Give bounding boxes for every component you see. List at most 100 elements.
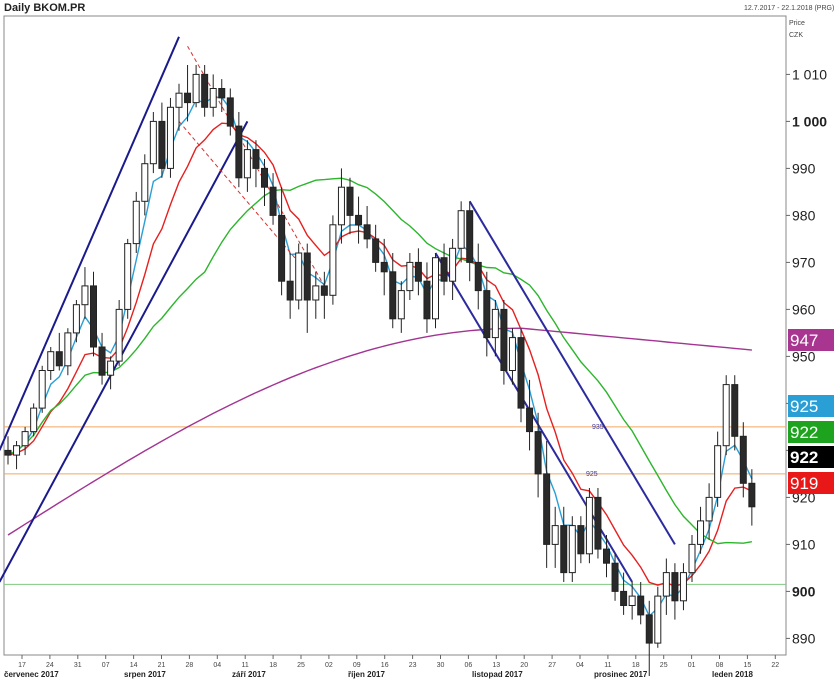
xtick-label: 17 (18, 662, 26, 669)
xtick-label: 27 (548, 662, 556, 669)
ytick-label: 980 (792, 207, 816, 223)
month-label: srpen 2017 (124, 670, 166, 679)
xtick-label: 04 (576, 662, 584, 669)
candle-body (175, 92, 183, 108)
xtick-label: 02 (325, 662, 333, 669)
xtick-label: 11 (604, 662, 611, 669)
candle-body (534, 431, 542, 475)
xtick-label: 07 (102, 662, 110, 669)
ytick-label: 1 010 (792, 66, 827, 82)
candle-body (722, 384, 730, 447)
value-label: 922 (790, 423, 818, 442)
xtick-label: 01 (688, 662, 696, 669)
candle-body (209, 88, 217, 108)
candle-body (261, 167, 268, 188)
candle-body (64, 332, 72, 367)
xtick-label: 18 (269, 662, 277, 669)
candle-body (72, 304, 80, 334)
candle-body (184, 92, 192, 104)
xtick-label: 18 (632, 662, 640, 669)
price-chart: 935925PriceCZK1 0101 0009909809709609509… (0, 15, 834, 679)
candle-body (517, 337, 525, 409)
candle-body (286, 280, 294, 301)
candle-body (81, 285, 89, 306)
candle-body (389, 271, 397, 320)
value-label: 922 (790, 448, 818, 467)
candle-body (654, 595, 662, 644)
candle-body (406, 261, 414, 292)
candle-body (414, 261, 422, 282)
candle-body (346, 186, 354, 216)
candle-body (466, 210, 474, 263)
month-label: říjen 2017 (348, 670, 385, 679)
candle-body (149, 120, 157, 165)
candle-body (714, 445, 722, 498)
candle-body (585, 496, 593, 555)
candle-body (312, 285, 320, 301)
month-label: leden 2018 (712, 670, 753, 679)
month-label: listopad 2017 (472, 670, 523, 679)
candle-body (611, 562, 619, 592)
candle-body (603, 548, 610, 564)
candle-body (124, 243, 132, 310)
candle-body (500, 308, 508, 371)
ytick-label: 990 (792, 160, 816, 176)
xtick-label: 30 (437, 662, 445, 669)
candle-body (21, 431, 29, 447)
candle-body (679, 572, 687, 602)
xtick-label: 14 (130, 662, 138, 669)
candle-body (320, 285, 328, 296)
candle-body (662, 572, 670, 597)
candle-body (115, 308, 123, 362)
xtick-label: 28 (186, 662, 194, 669)
xtick-label: 08 (716, 662, 724, 669)
candle-body (474, 261, 482, 292)
ytick-label: 960 (792, 301, 816, 317)
candle-body (355, 214, 363, 226)
candle-body (90, 285, 97, 348)
candle-body (55, 351, 63, 367)
candle-body (705, 496, 713, 522)
candle-body (141, 163, 149, 202)
xtick-label: 13 (492, 662, 500, 669)
xtick-label: 21 (158, 662, 166, 669)
candle-body (551, 525, 559, 545)
candle-body (363, 224, 371, 240)
candle-body (226, 97, 234, 127)
xtick-label: 31 (74, 662, 82, 669)
candle-body (329, 224, 337, 296)
candle-body (192, 73, 200, 104)
candle-body (449, 247, 457, 282)
yaxis-unit: CZK (789, 32, 803, 39)
xtick-label: 09 (353, 662, 361, 669)
candle-body (628, 595, 636, 606)
xtick-label: 06 (465, 662, 473, 669)
candle-body (457, 210, 465, 249)
xtick-label: 20 (520, 662, 528, 669)
candle-body (337, 186, 345, 226)
xtick-label: 04 (213, 662, 221, 669)
xtick-label: 25 (297, 662, 305, 669)
month-label: září 2017 (232, 670, 266, 679)
candle-body (158, 120, 166, 169)
candle-body (671, 572, 679, 602)
candle-body (30, 407, 38, 433)
xtick-label: 11 (242, 662, 249, 669)
candle-body (47, 351, 55, 372)
value-label: 919 (790, 474, 818, 493)
candle-body (560, 525, 568, 574)
candle-body (568, 525, 576, 574)
candle-body (295, 252, 303, 301)
candle-body (132, 200, 140, 245)
candle-body (731, 384, 739, 437)
candle-body (748, 482, 756, 508)
candle-body (491, 308, 499, 339)
candle-body (432, 257, 439, 320)
reference-label: 935 (592, 424, 604, 431)
candle-body (739, 435, 747, 484)
ytick-label: 1 000 (792, 113, 827, 129)
xtick-label: 25 (660, 662, 668, 669)
candle-body (243, 149, 251, 179)
candle-body (372, 238, 380, 263)
xtick-label: 23 (409, 662, 417, 669)
